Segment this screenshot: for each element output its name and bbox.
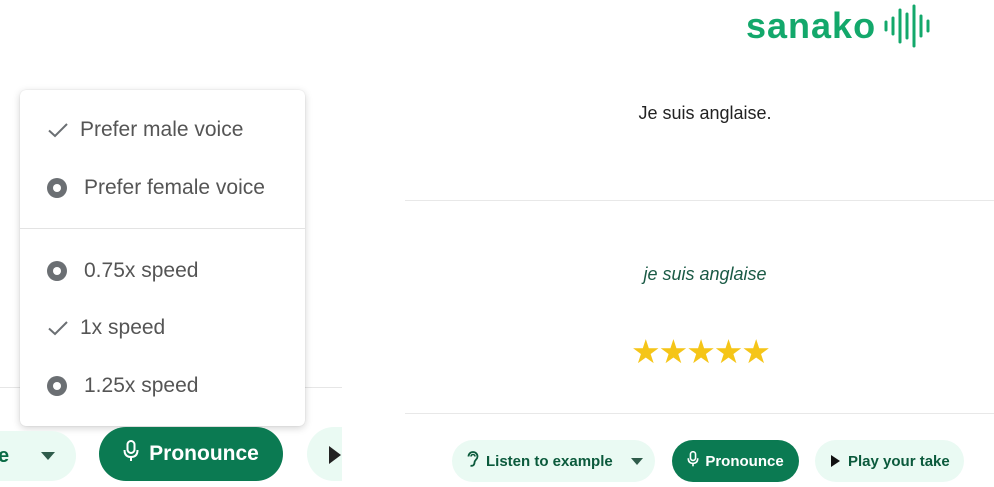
- divider: [405, 413, 994, 414]
- chevron-down-icon[interactable]: [41, 452, 56, 460]
- menu-item-label: Prefer male voice: [80, 118, 244, 141]
- pronounce-button[interactable]: Pronounce: [99, 427, 283, 481]
- listen-to-example-button[interactable]: Listen to example: [452, 440, 655, 482]
- radio-icon: [46, 176, 70, 200]
- target-sentence: Je suis anglaise.: [638, 103, 772, 123]
- divider: [405, 200, 994, 201]
- ear-icon: [466, 450, 480, 472]
- menu-item-speed-075[interactable]: 0.75x speed: [20, 249, 305, 293]
- checkmark-icon: [46, 316, 70, 340]
- star-icon: ★: [658, 333, 689, 370]
- soundwave-icon: [884, 4, 930, 48]
- logo-text: sanako: [746, 5, 877, 46]
- menu-item-label: 1x speed: [80, 316, 166, 339]
- microphone-icon: [123, 440, 139, 468]
- button-label: Pronounce: [705, 452, 784, 470]
- play-your-take-button[interactable]: Play your take: [815, 440, 964, 482]
- checkmark-icon: [46, 118, 70, 142]
- radio-icon: [46, 374, 70, 398]
- play-icon: [329, 446, 341, 464]
- rating-stars: ★ ★ ★ ★ ★: [631, 333, 771, 370]
- right-panel: sanako Je suis anglaise. je suis anglais…: [342, 0, 994, 487]
- play-your-take-button[interactable]: [307, 427, 342, 481]
- chevron-down-icon[interactable]: [630, 457, 643, 465]
- radio-icon: [46, 259, 70, 283]
- menu-item-label: 0.75x speed: [84, 259, 199, 282]
- button-label: Pronounce: [149, 442, 259, 465]
- sanako-logo: sanako: [746, 4, 936, 48]
- speech-transcript: je suis anglaise: [643, 264, 767, 284]
- button-label: e: [0, 444, 10, 467]
- play-icon: [831, 455, 840, 467]
- menu-item-prefer-male-voice[interactable]: Prefer male voice: [20, 108, 305, 152]
- button-label: Play your take: [848, 452, 950, 470]
- star-icon: ★: [686, 333, 716, 370]
- microphone-icon: [687, 450, 699, 471]
- menu-item-speed-1[interactable]: 1x speed: [20, 306, 305, 350]
- listen-to-example-button[interactable]: e: [0, 431, 76, 481]
- voice-options-menu: Prefer male voice Prefer female voice 0.…: [20, 90, 305, 426]
- star-icon: ★: [713, 333, 744, 370]
- menu-item-label: 1.25x speed: [84, 374, 199, 397]
- menu-separator: [20, 228, 305, 229]
- menu-item-speed-125[interactable]: 1.25x speed: [20, 364, 305, 408]
- star-icon: ★: [631, 333, 661, 370]
- star-icon: ★: [741, 333, 771, 370]
- menu-item-prefer-female-voice[interactable]: Prefer female voice: [20, 166, 305, 210]
- menu-item-label: Prefer female voice: [84, 176, 265, 199]
- left-panel: Prefer male voice Prefer female voice 0.…: [0, 0, 342, 487]
- pronounce-button[interactable]: Pronounce: [672, 440, 799, 482]
- button-label: Listen to example: [486, 452, 613, 470]
